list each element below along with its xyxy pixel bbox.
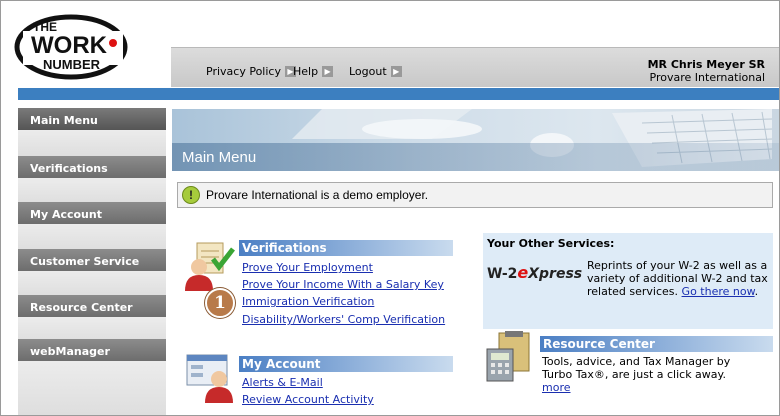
arrow-right-icon: ▶ — [322, 66, 334, 77]
privacy-policy-link[interactable]: Privacy Policy ▶ — [206, 65, 296, 78]
resource-center-heading: Resource Center — [540, 336, 773, 352]
help-link[interactable]: Help ▶ — [293, 65, 334, 78]
prove-employment-link[interactable]: Prove Your Employment — [242, 261, 373, 274]
other-services-description: Reprints of your W-2 as well as a variet… — [587, 259, 768, 298]
w2-logo-xpress: Xpress — [528, 266, 583, 282]
my-account-person-icon — [186, 354, 233, 403]
prove-income-salary-key-link[interactable]: Prove Your Income With a Salary Key — [242, 278, 444, 291]
sidebar-spacer — [18, 361, 166, 415]
nav-link-label: Privacy Policy — [206, 65, 281, 78]
sidebar-spacer — [18, 130, 166, 156]
other-services-panel: Your Other Services: W-2eXpress Reprints… — [483, 233, 773, 329]
resource-center-more-link[interactable]: more — [542, 381, 571, 394]
banner-title-shade — [172, 143, 779, 171]
header-divider-strip — [18, 88, 779, 100]
svg-text:WORK: WORK — [31, 32, 108, 59]
svg-text:NUMBER: NUMBER — [43, 57, 101, 72]
notice-text: Provare International is a demo employer… — [206, 188, 429, 202]
sidebar-item-label: webManager — [30, 345, 110, 358]
immigration-verification-link[interactable]: Immigration Verification — [242, 295, 374, 308]
page-frame: THE WORK NUMBER Privacy Policy ▶ Help ▶ … — [0, 0, 780, 416]
sidebar-item-label: Resource Center — [30, 301, 133, 314]
other-services-heading: Your Other Services: — [487, 237, 615, 250]
page-title: Main Menu — [182, 149, 257, 166]
sidebar-item-resource-center[interactable]: Resource Center — [18, 295, 166, 317]
verifications-heading: Verifications — [239, 240, 453, 256]
demo-employer-notice: ! Provare International is a demo employ… — [177, 182, 773, 208]
go-there-now-link[interactable]: Go there now — [682, 285, 755, 298]
user-name: MR Chris Meyer SR — [647, 58, 765, 71]
resource-center-text: Tools, advice, and Tax Manager by Turbo … — [542, 355, 731, 381]
alerts-email-link[interactable]: Alerts & E-Mail — [242, 376, 323, 389]
calculator-clipboard-icon — [486, 331, 530, 382]
nav-link-label: Logout — [349, 65, 387, 78]
main-banner: Main Menu — [172, 109, 779, 171]
sidebar-item-my-account[interactable]: My Account — [18, 202, 166, 224]
exclamation-icon: ! — [182, 186, 200, 204]
user-company: Provare International — [649, 71, 765, 84]
w2-logo-text: W-2 — [487, 266, 518, 282]
the-work-number-logo[interactable]: THE WORK NUMBER — [13, 9, 131, 81]
sidebar-item-webmanager[interactable]: webManager — [18, 339, 166, 361]
w2-logo-e: e — [517, 263, 529, 282]
sidebar-item-customer-service[interactable]: Customer Service — [18, 249, 166, 271]
sidebar-item-main-menu[interactable]: Main Menu — [18, 108, 166, 130]
w2-express-logo[interactable]: W-2eXpress — [487, 263, 582, 282]
sidebar-item-label: Main Menu — [30, 114, 98, 127]
sidebar-spacer — [18, 224, 166, 250]
sidebar-item-verifications[interactable]: Verifications — [18, 156, 166, 178]
nav-link-label: Help — [293, 65, 319, 78]
sidebar-spacer — [18, 271, 166, 297]
sidebar-item-label: Verifications — [30, 162, 108, 175]
resource-center-description: Tools, advice, and Tax Manager by Turbo … — [542, 355, 757, 394]
sidebar-spacer — [18, 178, 166, 204]
logout-link[interactable]: Logout ▶ — [349, 65, 402, 78]
verifications-person-icon — [185, 242, 235, 291]
arrow-right-icon: ▶ — [390, 66, 402, 77]
sidebar-item-label: My Account — [30, 208, 102, 221]
sidebar-item-label: Customer Service — [30, 255, 140, 268]
review-account-activity-link[interactable]: Review Account Activity — [242, 393, 374, 406]
disability-workers-comp-link[interactable]: Disability/Workers' Comp Verification — [242, 313, 445, 326]
step-number-badge: 1 — [205, 288, 235, 318]
my-account-heading: My Account — [239, 356, 453, 372]
